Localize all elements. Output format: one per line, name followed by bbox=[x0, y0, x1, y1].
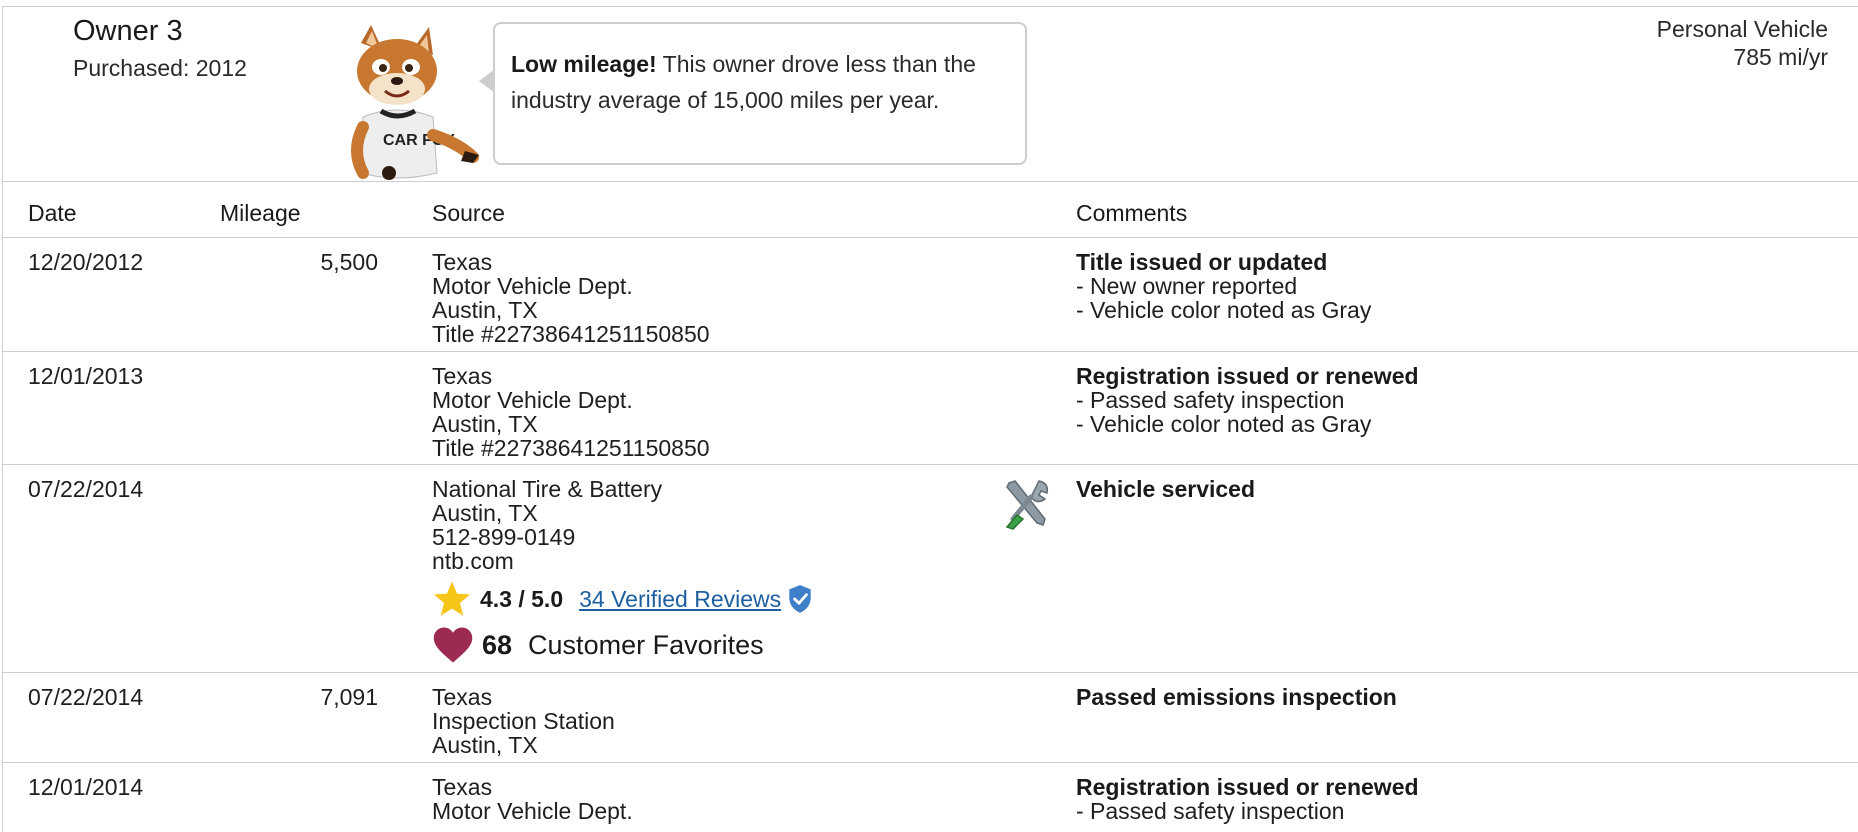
callout-line-1: Low mileage! This owner drove less than … bbox=[511, 46, 1009, 82]
rating-line: 4.3 / 5.0 34 Verified Reviews bbox=[432, 579, 813, 619]
comment-line: - Vehicle color noted as Gray bbox=[1076, 297, 1372, 323]
comment-line: - Vehicle color noted as Gray bbox=[1076, 411, 1372, 437]
source-line: ntb.com bbox=[432, 548, 514, 574]
source-line: Austin, TX bbox=[432, 732, 538, 758]
header-date: Date bbox=[28, 200, 77, 226]
row-source: National Tire & Battery Austin, TX 512-8… bbox=[432, 477, 813, 667]
row-date: 12/01/2014 bbox=[28, 774, 144, 800]
verified-reviews-link[interactable]: 34 Verified Reviews bbox=[579, 587, 781, 611]
favorites-label: Customer Favorites bbox=[528, 630, 764, 660]
row-source: Texas Inspection Station Austin, TX bbox=[432, 685, 615, 757]
source-line: Motor Vehicle Dept. bbox=[432, 387, 633, 413]
source-line: Motor Vehicle Dept. bbox=[432, 273, 633, 299]
owner-card: Owner 3 Purchased: 2012 CAR FOX Low mile… bbox=[2, 6, 1858, 832]
header-comments: Comments bbox=[1076, 200, 1188, 226]
source-line: Texas bbox=[432, 684, 493, 710]
history-table-header: Date Mileage Source Comments bbox=[3, 181, 1858, 238]
tools-icon bbox=[1005, 480, 1049, 530]
source-line: Title #22738641251150850 bbox=[432, 321, 710, 347]
source-line: Title #22738641251150850 bbox=[432, 435, 710, 461]
source-line: Texas bbox=[432, 249, 493, 275]
favorites-count: 68 bbox=[482, 630, 513, 660]
table-row: 12/20/2012 5,500 Texas Motor Vehicle Dep… bbox=[3, 238, 1858, 352]
comment-title: Vehicle serviced bbox=[1076, 476, 1256, 502]
low-mileage-callout: Low mileage! This owner drove less than … bbox=[493, 22, 1027, 165]
row-date: 12/01/2013 bbox=[28, 363, 144, 389]
vehicle-usage: Personal Vehicle 785 mi/yr bbox=[1657, 15, 1828, 71]
comment-title: Title issued or updated bbox=[1076, 249, 1328, 275]
star-icon bbox=[434, 581, 470, 616]
heart-icon bbox=[433, 627, 473, 663]
source-line: Texas bbox=[432, 363, 493, 389]
header-source: Source bbox=[432, 200, 505, 226]
row-date: 07/22/2014 bbox=[28, 684, 144, 710]
table-row: 12/01/2014 Texas Motor Vehicle Dept. Reg… bbox=[3, 763, 1858, 832]
table-row: 07/22/2014 7,091 Texas Inspection Statio… bbox=[3, 673, 1858, 763]
comment-line: - New owner reported bbox=[1076, 273, 1298, 299]
favorites-line: 68 Customer Favorites bbox=[432, 623, 813, 667]
row-comments: Registration issued or renewed - Passed … bbox=[1076, 775, 1419, 823]
row-comments: Title issued or updated - New owner repo… bbox=[1076, 250, 1371, 322]
header-mileage: Mileage bbox=[220, 200, 301, 226]
purchased-year: Purchased: 2012 bbox=[73, 55, 247, 81]
row-comments: Passed emissions inspection bbox=[1076, 685, 1397, 709]
row-comments: Vehicle serviced bbox=[1076, 477, 1255, 501]
carfox-mascot-image: CAR FOX bbox=[351, 25, 479, 180]
callout-text: This owner drove less than the bbox=[656, 51, 976, 77]
table-row: 12/01/2013 Texas Motor Vehicle Dept. Aus… bbox=[3, 352, 1858, 465]
miles-per-year: 785 mi/yr bbox=[1733, 44, 1828, 70]
callout-line-2: industry average of 15,000 miles per yea… bbox=[511, 87, 940, 113]
row-mileage: 7,091 bbox=[320, 684, 378, 710]
verified-shield-icon bbox=[789, 585, 811, 613]
row-comments: Registration issued or renewed - Passed … bbox=[1076, 364, 1419, 436]
comment-line: - Passed safety inspection bbox=[1076, 798, 1345, 824]
row-date: 07/22/2014 bbox=[28, 476, 144, 502]
row-date: 12/20/2012 bbox=[28, 249, 144, 275]
comment-title: Registration issued or renewed bbox=[1076, 774, 1419, 800]
source-line: Austin, TX bbox=[432, 297, 538, 323]
source-line: Austin, TX bbox=[432, 411, 538, 437]
row-source: Texas Motor Vehicle Dept. Austin, TX Tit… bbox=[432, 364, 710, 460]
vehicle-type: Personal Vehicle bbox=[1656, 16, 1828, 42]
comment-title: Passed emissions inspection bbox=[1076, 684, 1397, 710]
source-line: Austin, TX bbox=[432, 500, 538, 526]
table-row: 07/22/2014 National Tire & Battery Austi… bbox=[3, 465, 1858, 673]
comment-line: - Passed safety inspection bbox=[1076, 387, 1345, 413]
owner-title: Owner 3 bbox=[73, 15, 183, 47]
source-line: Motor Vehicle Dept. bbox=[432, 798, 633, 824]
source-line: 512-899-0149 bbox=[432, 524, 576, 550]
row-mileage: 5,500 bbox=[320, 249, 378, 275]
source-line: Texas bbox=[432, 774, 493, 800]
row-source: Texas Motor Vehicle Dept. Austin, TX Tit… bbox=[432, 250, 710, 346]
source-line: National Tire & Battery bbox=[432, 476, 663, 502]
callout-bold: Low mileage! bbox=[511, 51, 657, 77]
comment-title: Registration issued or renewed bbox=[1076, 363, 1419, 389]
source-line: Inspection Station bbox=[432, 708, 615, 734]
rating-score: 4.3 / 5.0 bbox=[480, 586, 564, 612]
row-source: Texas Motor Vehicle Dept. bbox=[432, 775, 633, 823]
